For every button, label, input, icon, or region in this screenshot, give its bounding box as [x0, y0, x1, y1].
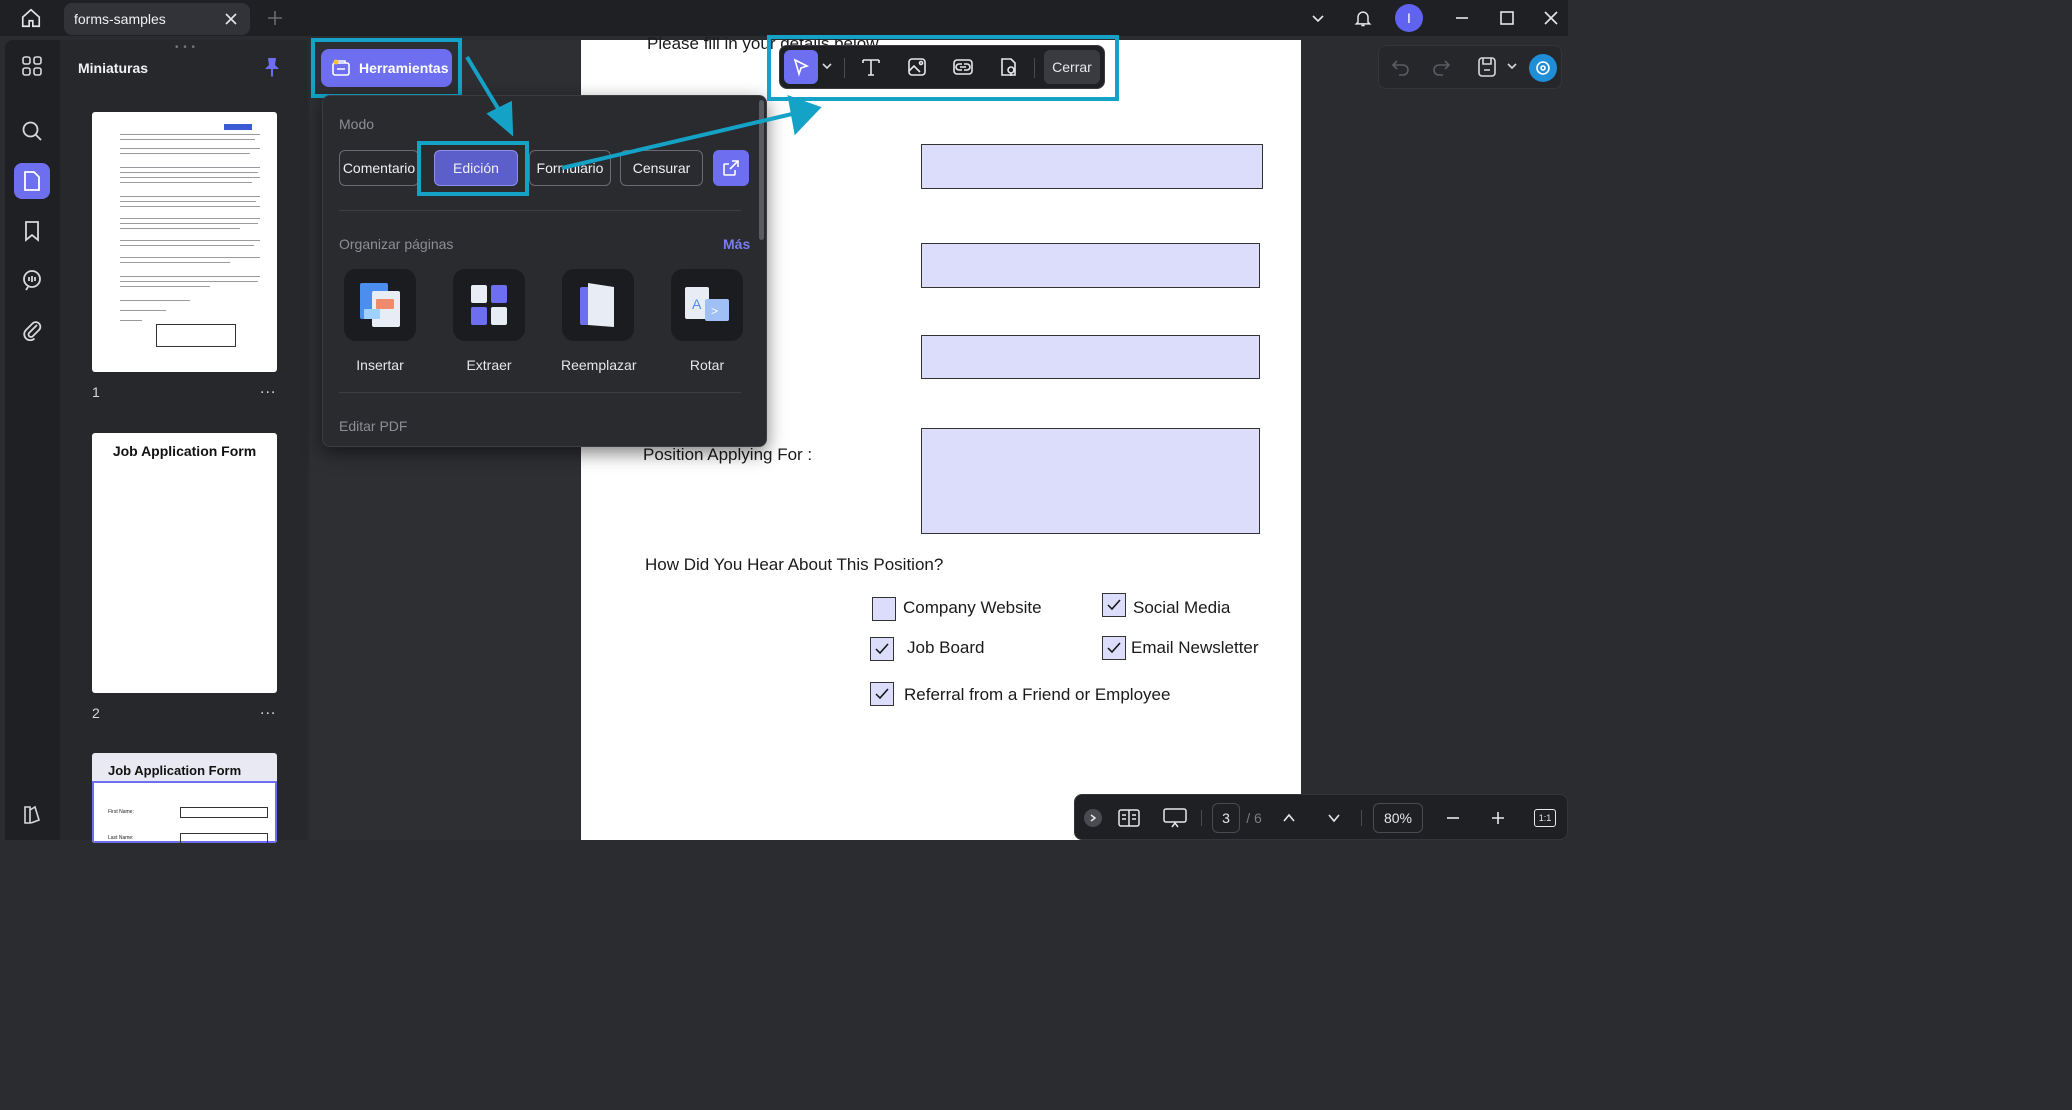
zoom-in-icon[interactable] — [1488, 803, 1508, 833]
actual-size-button[interactable]: 1:1 — [1533, 803, 1557, 833]
reading-mode-icon[interactable] — [1115, 803, 1143, 833]
next-page-icon[interactable] — [1324, 803, 1344, 833]
zoom-level[interactable]: 80% — [1373, 803, 1423, 833]
bottom-navigation: 3 / 6 80% 1:1 — [1074, 794, 1568, 840]
fit-label: 1:1 — [1534, 809, 1556, 827]
tutorial-arrows — [465, 55, 822, 170]
zoom-out-icon[interactable] — [1443, 803, 1463, 833]
current-page-input[interactable]: 3 — [1212, 803, 1240, 833]
arrow-to-edicion — [465, 55, 504, 117]
previous-page-icon[interactable] — [1279, 803, 1299, 833]
total-pages: / 6 — [1246, 810, 1262, 826]
expand-chevron-icon[interactable] — [1083, 803, 1103, 833]
present-icon[interactable] — [1161, 803, 1189, 833]
arrow-to-toolbar — [561, 112, 793, 170]
